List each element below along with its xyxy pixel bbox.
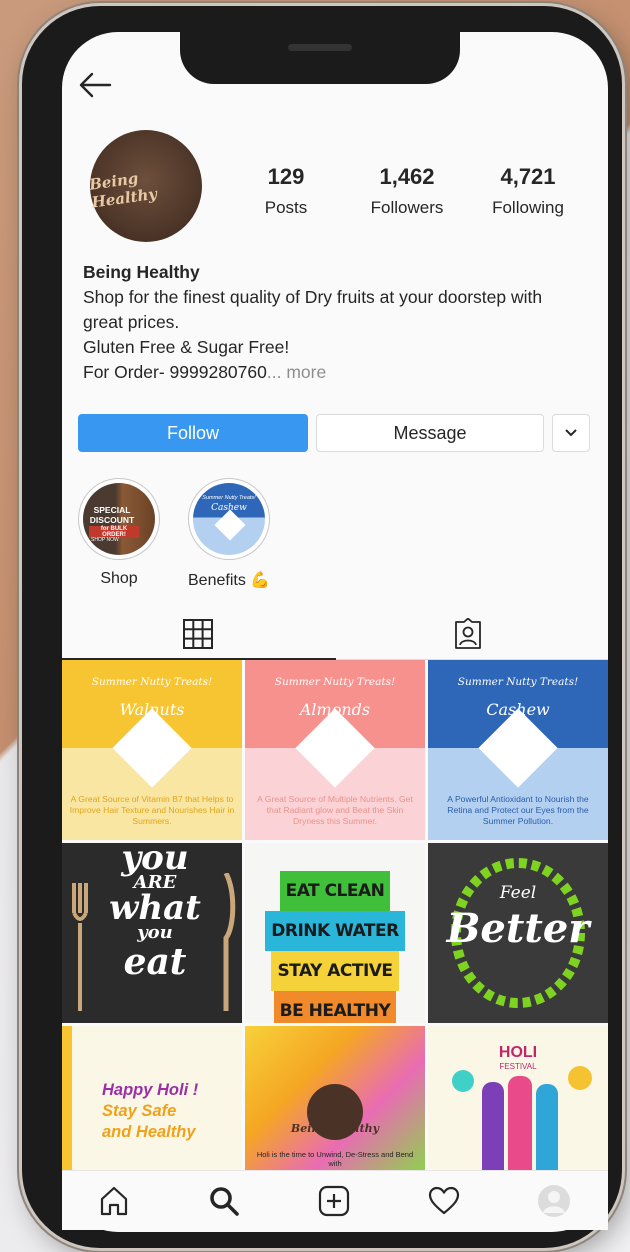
stripe-text: BE HEALTHY <box>273 991 397 1023</box>
illustration-figure <box>536 1084 558 1172</box>
chevron-down-icon <box>565 429 577 437</box>
bio-line: Gluten Free & Sugar Free! <box>83 337 290 357</box>
lettering-line: Stay Safe <box>102 1102 177 1120</box>
post-lettering: EAT CLEAN DRINK WATER STAY ACTIVE BE HEA… <box>245 871 425 1023</box>
post-you-are-what-you-eat[interactable]: you ARE what you eat <box>62 843 242 1023</box>
profile-silhouette <box>543 1191 565 1213</box>
following-count: 4,721 <box>500 164 556 189</box>
cover-title: SPECIAL DISCOUNT <box>89 505 135 525</box>
posts-grid: Summer Nutty Treats! Walnuts A Great Sou… <box>62 660 608 1172</box>
posts-label: Posts <box>264 198 308 217</box>
post-brand: Summer Nutty Treats! <box>274 676 396 688</box>
post-happy-holi[interactable]: Happy Holi ! Stay Safe and Healthy <box>62 1026 242 1172</box>
profile-icon[interactable] <box>538 1185 570 1217</box>
post-lettering: Happy Holi ! Stay Safe and Healthy <box>102 1080 198 1143</box>
cover-brand: Summer Nutty Treats! <box>202 495 256 501</box>
post-description: A Powerful Antioxidant to Nourish the Re… <box>447 794 589 826</box>
illustration-figure <box>482 1082 504 1172</box>
following-label: Following <box>492 198 564 217</box>
followers-label: Followers <box>370 198 444 217</box>
tagged-icon[interactable] <box>452 618 484 650</box>
lettering-line: eat <box>123 941 187 983</box>
cover-diamond <box>214 509 246 541</box>
post-almonds[interactable]: Summer Nutty Treats! Almonds A Great Sou… <box>245 660 425 840</box>
bio-more-link[interactable]: ... more <box>267 362 326 382</box>
phone-notch <box>180 26 460 84</box>
highlight-benefits[interactable]: Summer Nutty Treats! Cashew Benefits 💪 <box>188 478 270 590</box>
highlight-cover: Summer Nutty Treats! Cashew <box>193 483 265 555</box>
post-holi-festival[interactable]: HOLI FESTIVAL <box>428 1026 608 1172</box>
post-brand: Summer Nutty Treats! <box>91 676 213 688</box>
bio: Being Healthy Shop for the finest qualit… <box>83 260 583 385</box>
bio-line: great prices. <box>83 312 180 332</box>
highlight-cover: SPECIAL DISCOUNT for BULK ORDER! SHOP NO… <box>83 483 155 555</box>
fork-icon <box>72 883 88 1011</box>
speaker <box>288 44 352 51</box>
post-small-text: Feel <box>499 883 537 903</box>
suggested-dropdown-button[interactable] <box>552 414 590 452</box>
post-cashew[interactable]: Summer Nutty Treats! Cashew A Powerful A… <box>428 660 608 840</box>
post-caption: Holi is the time to Unwind, De-Stress an… <box>256 1150 414 1168</box>
profile-tabs <box>62 610 608 660</box>
knife-icon <box>223 873 236 1011</box>
bottom-nav <box>62 1170 608 1230</box>
post-lettering: you ARE what you eat <box>92 843 218 981</box>
avatar-logo-text: Being Healthy <box>88 169 159 212</box>
lettering-line: and Healthy <box>102 1123 196 1141</box>
post-walnuts[interactable]: Summer Nutty Treats! Walnuts A Great Sou… <box>62 660 242 840</box>
highlight-label: Shop <box>100 570 138 587</box>
post-brand: Being Healthy <box>290 1122 380 1135</box>
stat-followers[interactable]: 1,462 Followers <box>360 164 454 218</box>
stripe-text: DRINK WATER <box>265 911 405 951</box>
cover-cta: SHOP NOW <box>91 537 119 543</box>
highlight-shop[interactable]: SPECIAL DISCOUNT for BULK ORDER! SHOP NO… <box>78 478 160 588</box>
posts-count: 129 <box>267 164 305 189</box>
bio-phone: For Order- 9999280760 <box>83 362 267 382</box>
profile-name: Being Healthy <box>83 262 200 282</box>
post-holi-brand[interactable]: Being Healthy Holi is the time to Unwind… <box>245 1026 425 1172</box>
bio-line-last: For Order- 9999280760... more <box>83 360 583 385</box>
search-icon[interactable] <box>208 1185 240 1217</box>
post-description: A Great Source of Vitamin B7 that Helps … <box>69 794 235 826</box>
follow-button[interactable]: Follow <box>78 414 308 452</box>
illustration-figure <box>508 1076 532 1172</box>
highlight-ring: SPECIAL DISCOUNT for BULK ORDER! SHOP NO… <box>78 478 160 560</box>
post-title: HOLI <box>498 1044 538 1061</box>
stripe-text: STAY ACTIVE <box>271 951 399 991</box>
color-splash <box>568 1066 592 1090</box>
home-icon[interactable] <box>98 1185 130 1217</box>
stat-following[interactable]: 4,721 Following <box>482 164 574 218</box>
add-post-icon[interactable] <box>318 1185 350 1217</box>
followers-count: 1,462 <box>379 164 435 189</box>
post-side-bar <box>62 1026 72 1172</box>
post-eat-clean[interactable]: EAT CLEAN DRINK WATER STAY ACTIVE BE HEA… <box>245 843 425 1023</box>
post-brand: Summer Nutty Treats! <box>457 676 579 688</box>
highlight-ring: Summer Nutty Treats! Cashew <box>188 478 270 560</box>
back-arrow-icon[interactable] <box>78 70 112 100</box>
stripe-text: EAT CLEAN <box>279 871 391 911</box>
lettering-line: what <box>109 888 201 928</box>
lettering-line: Happy Holi ! <box>102 1081 199 1099</box>
heart-icon[interactable] <box>428 1185 460 1217</box>
post-feel-better[interactable]: Feel Better <box>428 843 608 1023</box>
avatar[interactable]: Being Healthy <box>88 130 202 242</box>
post-big-text: Better <box>446 905 590 952</box>
message-button[interactable]: Message <box>316 414 544 452</box>
post-description: A Great Source of Multiple Nutrients. Ge… <box>257 794 413 826</box>
lettering-line: you <box>121 843 189 878</box>
color-splash <box>452 1070 474 1092</box>
highlight-label: Benefits 💪 <box>188 572 271 589</box>
stat-posts[interactable]: 129 Posts <box>256 164 316 218</box>
grid-icon[interactable] <box>182 618 214 650</box>
bio-line: Shop for the finest quality of Dry fruit… <box>83 287 543 307</box>
